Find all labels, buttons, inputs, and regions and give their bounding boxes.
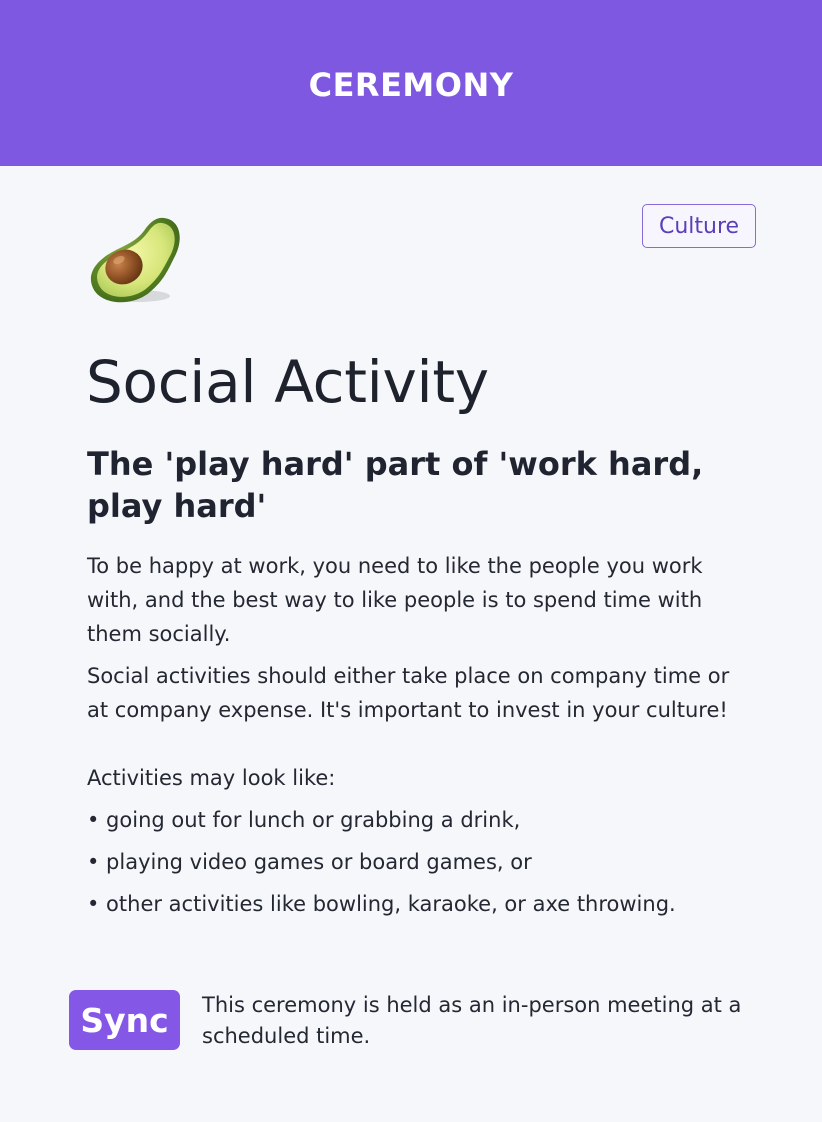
list-intro: Activities may look like: — [87, 766, 336, 790]
sync-description: This ceremony is held as an in-person me… — [202, 993, 742, 1048]
ceremony-card: CEREMONY Culture Social Activity The 'pl… — [0, 0, 822, 1122]
card-header: CEREMONY — [0, 0, 822, 166]
sync-badge: Sync — [69, 990, 180, 1050]
list-item: • other activities like bowling, karaoke… — [87, 892, 676, 916]
category-badge[interactable]: Culture — [642, 204, 756, 248]
sync-row: Sync This ceremony is held as an in-pers… — [69, 990, 769, 1052]
header-title: CEREMONY — [308, 66, 514, 104]
description-body: To be happy at work, you need to like th… — [87, 549, 757, 929]
avocado-icon — [86, 210, 186, 310]
description-paragraph: Social activities should either take pla… — [87, 664, 730, 722]
page-title: Social Activity — [86, 348, 489, 416]
list-item: • going out for lunch or grabbing a drin… — [87, 808, 521, 832]
subtitle: The 'play hard' part of 'work hard, play… — [87, 445, 704, 525]
list-item: • playing video games or board games, or — [87, 850, 532, 874]
description-paragraph: To be happy at work, you need to like th… — [87, 554, 703, 646]
